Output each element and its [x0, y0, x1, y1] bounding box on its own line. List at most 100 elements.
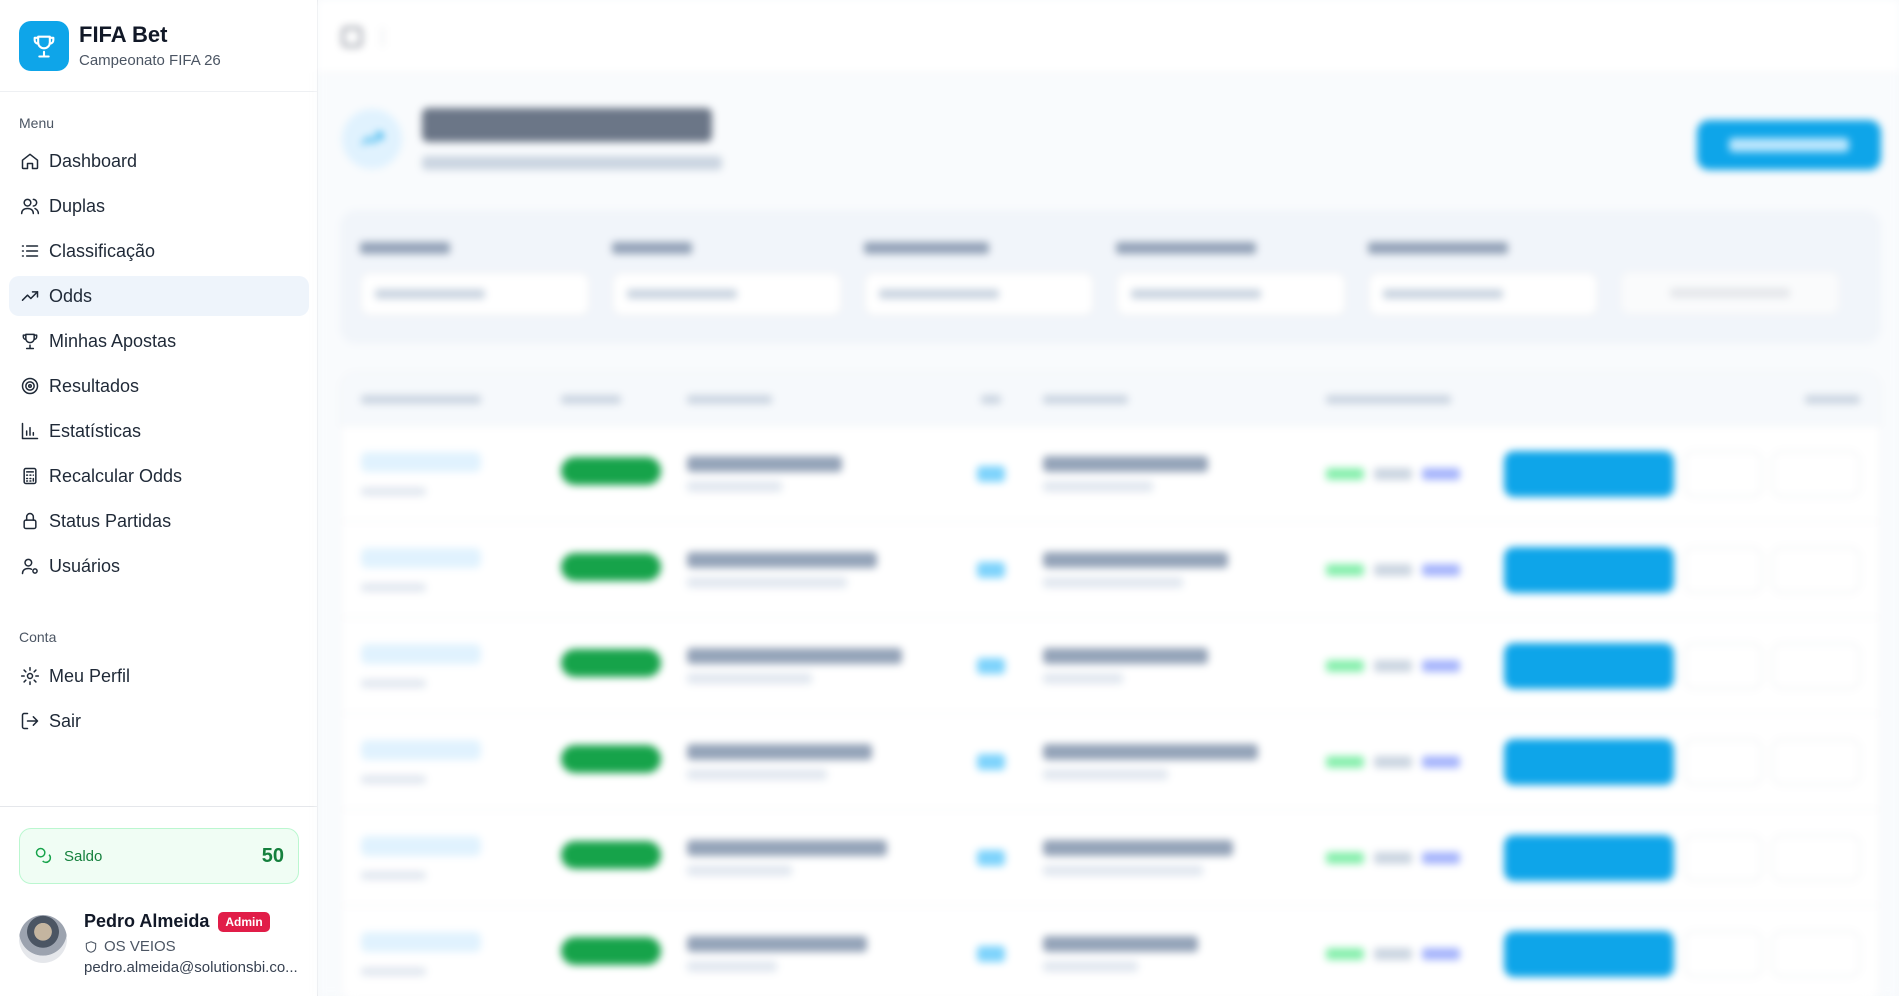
home-team	[687, 935, 867, 952]
sidebar-item-usuarios[interactable]: Usuários	[9, 546, 309, 586]
away-team	[1043, 743, 1258, 760]
sidebar-item-classificacao[interactable]: Classificação	[9, 231, 309, 271]
view-details-button[interactable]	[1504, 834, 1674, 881]
coins-icon	[35, 847, 52, 864]
view-details-button[interactable]	[1504, 930, 1674, 977]
away-team-sub	[1043, 672, 1123, 684]
sidebar-item-estatisticas[interactable]: Estatísticas	[9, 411, 309, 451]
home-team-sub	[687, 576, 847, 588]
sidebar-toggle-icon[interactable]	[342, 26, 362, 47]
user-name: Pedro Almeida	[84, 911, 210, 931]
phase-badge	[361, 547, 481, 568]
balance-card: Saldo 50	[19, 828, 299, 884]
user-cog-icon	[21, 558, 38, 575]
end-date-input[interactable]	[612, 272, 842, 316]
sidebar-item-sair[interactable]: Sair	[9, 701, 309, 741]
sidebar-item-dashboard[interactable]: Dashboard	[9, 141, 309, 181]
table-header	[341, 373, 1880, 425]
avatar	[19, 915, 67, 963]
sidebar-item-label: Sair	[49, 710, 82, 731]
table-row	[341, 617, 1880, 713]
sidebar-item-odds[interactable]: Odds	[9, 276, 309, 316]
sidebar-item-minhas-apostas[interactable]: Minhas Apostas	[9, 321, 309, 361]
delete-button[interactable]	[1772, 546, 1860, 593]
sidebar-item-label: Dashboard	[49, 150, 138, 171]
status-select[interactable]	[1368, 272, 1598, 316]
round-select[interactable]	[1116, 272, 1346, 316]
view-details-button[interactable]	[1504, 450, 1674, 497]
sidebar-item-status-partidas[interactable]: Status Partidas	[9, 501, 309, 541]
account-nav: Meu Perfil Sair	[9, 656, 309, 746]
phase-badge	[361, 739, 481, 760]
delete-button[interactable]	[1772, 738, 1860, 785]
filter-round	[1116, 238, 1346, 316]
phase-badge	[361, 451, 481, 472]
delete-button[interactable]	[1772, 450, 1860, 497]
delete-button[interactable]	[1772, 834, 1860, 881]
edit-button[interactable]	[1684, 450, 1762, 497]
sidebar-item-resultados[interactable]: Resultados	[9, 366, 309, 406]
home-team	[687, 743, 872, 760]
round-label	[361, 582, 426, 592]
users-icon	[20, 198, 40, 215]
view-details-button[interactable]	[1504, 642, 1674, 689]
edit-button[interactable]	[1684, 642, 1762, 689]
edit-button[interactable]	[1684, 546, 1762, 593]
filters-panel	[340, 210, 1881, 344]
page-subtitle	[422, 156, 722, 170]
sidebar-item-label: Recalcular Odds	[49, 465, 183, 486]
create-match-button[interactable]	[1697, 120, 1881, 170]
delete-button[interactable]	[1772, 930, 1860, 977]
filter-label	[1116, 242, 1256, 254]
home-team-sub	[687, 864, 792, 876]
user-profile[interactable]: Pedro Almeida Admin OS VEIOS pedro.almei…	[19, 911, 299, 976]
edit-button[interactable]	[1684, 834, 1762, 881]
edit-button[interactable]	[1684, 738, 1762, 785]
home-icon	[21, 153, 39, 170]
sidebar-item-recalcular-odds[interactable]: Recalcular Odds	[9, 456, 309, 496]
home-team-sub	[687, 480, 782, 492]
away-team	[1043, 551, 1228, 568]
sidebar-footer: Saldo 50 Pedro Almeida Admin OS VEIOS pe…	[0, 806, 318, 996]
away-team-sub	[1043, 960, 1138, 972]
trophy-icon	[22, 333, 38, 350]
status-badge	[561, 457, 661, 485]
home-team-sub	[687, 960, 777, 972]
shield-icon	[85, 940, 97, 953]
sidebar-item-label: Status Partidas	[49, 510, 172, 531]
away-team-sub	[1043, 864, 1203, 876]
bar-chart-icon	[21, 422, 39, 440]
edit-button[interactable]	[1684, 930, 1762, 977]
status-badge	[561, 841, 661, 869]
user-team: OS VEIOS	[104, 938, 176, 955]
vs-label	[977, 657, 1005, 674]
filter-status	[1368, 238, 1598, 316]
status-badge	[561, 937, 661, 965]
list-icon	[21, 245, 39, 257]
sidebar: FIFA Bet Campeonato FIFA 26 Menu Dashboa…	[0, 0, 318, 996]
table-row	[341, 905, 1880, 996]
view-details-button[interactable]	[1504, 546, 1674, 593]
sidebar-item-meu-perfil[interactable]: Meu Perfil	[9, 656, 309, 696]
sidebar-item-label: Resultados	[49, 375, 140, 396]
clear-filters-button[interactable]	[1620, 271, 1840, 315]
start-date-input[interactable]	[360, 272, 590, 316]
logout-icon	[21, 712, 39, 730]
delete-button[interactable]	[1772, 642, 1860, 689]
home-team	[687, 839, 887, 856]
sidebar-item-duplas[interactable]: Duplas	[9, 186, 309, 226]
page-title	[422, 108, 712, 142]
sidebar-item-label: Classificação	[49, 240, 156, 261]
home-team	[687, 455, 842, 472]
away-team-sub	[1043, 576, 1183, 588]
team-select[interactable]	[864, 272, 1094, 316]
odds-cell	[1291, 659, 1491, 672]
sidebar-item-label: Minhas Apostas	[49, 330, 177, 351]
top-bar	[318, 0, 1899, 74]
vs-label	[977, 465, 1005, 482]
filter-start-date	[360, 238, 590, 316]
calculator-icon	[23, 467, 37, 485]
view-details-button[interactable]	[1504, 738, 1674, 785]
odds-cell	[1291, 467, 1491, 480]
target-icon	[21, 377, 39, 395]
